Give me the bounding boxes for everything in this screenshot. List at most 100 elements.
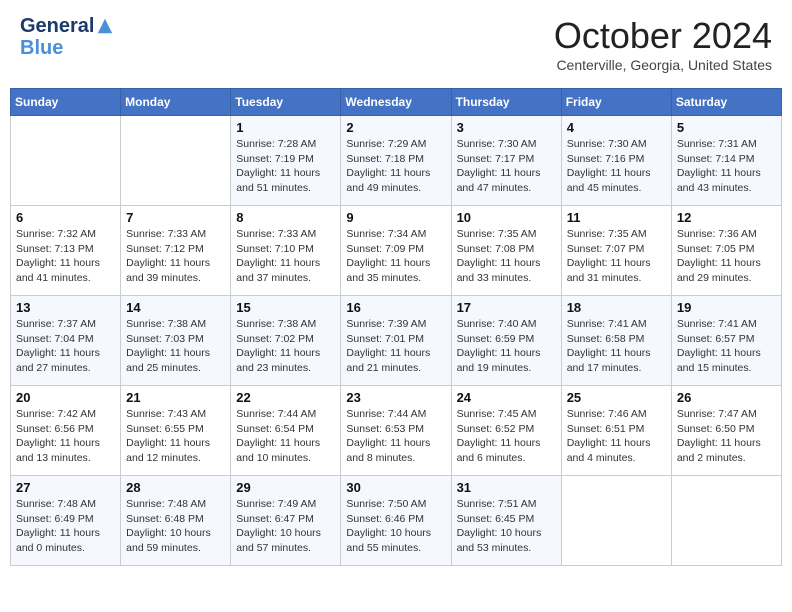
day-detail: Sunrise: 7:41 AM Sunset: 6:58 PM Dayligh…: [567, 317, 666, 376]
day-detail: Sunrise: 7:40 AM Sunset: 6:59 PM Dayligh…: [457, 317, 556, 376]
calendar-cell: 16 Sunrise: 7:39 AM Sunset: 7:01 PM Dayli…: [341, 296, 451, 386]
calendar-cell: 19Sunrise: 7:41 AM Sunset: 6:57 PM Dayli…: [671, 296, 781, 386]
calendar-cell: [121, 116, 231, 206]
day-detail: Sunrise: 7:39 AM Sunset: 7:01 PM Dayligh…: [346, 317, 445, 376]
calendar-cell: 7Sunrise: 7:33 AM Sunset: 7:12 PM Daylig…: [121, 206, 231, 296]
calendar-cell: 20 Sunrise: 7:42 AM Sunset: 6:56 PM Dayli…: [11, 386, 121, 476]
calendar-cell: 27 Sunrise: 7:48 AM Sunset: 6:49 PM Dayli…: [11, 476, 121, 566]
day-detail: Sunrise: 7:30 AM Sunset: 7:16 PM Dayligh…: [567, 137, 666, 196]
day-detail: Sunrise: 7:51 AM Sunset: 6:45 PM Dayligh…: [457, 497, 556, 556]
calendar-cell: [671, 476, 781, 566]
calendar-cell: 8 Sunrise: 7:33 AM Sunset: 7:10 PM Daylig…: [231, 206, 341, 296]
calendar-cell: 9 Sunrise: 7:34 AM Sunset: 7:09 PM Daylig…: [341, 206, 451, 296]
day-number: 8: [236, 210, 335, 225]
day-number: 25: [567, 390, 666, 405]
day-detail: Sunrise: 7:38 AM Sunset: 7:02 PM Dayligh…: [236, 317, 335, 376]
calendar-cell: 5 Sunrise: 7:31 AM Sunset: 7:14 PM Daylig…: [671, 116, 781, 206]
subtitle: Centerville, Georgia, United States: [554, 57, 772, 73]
logo: General Blue: [20, 15, 114, 59]
day-number: 1: [236, 120, 335, 135]
day-number: 17: [457, 300, 556, 315]
calendar-week-2: 6 Sunrise: 7:32 AM Sunset: 7:13 PM Daylig…: [11, 206, 782, 296]
calendar-cell: 30 Sunrise: 7:50 AM Sunset: 6:46 PM Dayli…: [341, 476, 451, 566]
day-detail: Sunrise: 7:50 AM Sunset: 6:46 PM Dayligh…: [346, 497, 445, 556]
day-detail: Sunrise: 7:35 AM Sunset: 7:08 PM Dayligh…: [457, 227, 556, 286]
calendar-cell: 28Sunrise: 7:48 AM Sunset: 6:48 PM Dayli…: [121, 476, 231, 566]
calendar-cell: 1 Sunrise: 7:28 AM Sunset: 7:19 PM Daylig…: [231, 116, 341, 206]
calendar-cell: 26Sunrise: 7:47 AM Sunset: 6:50 PM Dayli…: [671, 386, 781, 476]
day-number: 27: [16, 480, 115, 495]
day-headers-row: SundayMondayTuesdayWednesdayThursdayFrid…: [11, 89, 782, 116]
day-detail: Sunrise: 7:31 AM Sunset: 7:14 PM Dayligh…: [677, 137, 776, 196]
day-detail: Sunrise: 7:34 AM Sunset: 7:09 PM Dayligh…: [346, 227, 445, 286]
calendar-cell: [11, 116, 121, 206]
day-header-thursday: Thursday: [451, 89, 561, 116]
calendar-cell: 31 Sunrise: 7:51 AM Sunset: 6:45 PM Dayli…: [451, 476, 561, 566]
calendar-cell: 12 Sunrise: 7:36 AM Sunset: 7:05 PM Dayli…: [671, 206, 781, 296]
calendar-table: SundayMondayTuesdayWednesdayThursdayFrid…: [10, 88, 782, 566]
day-detail: Sunrise: 7:43 AM Sunset: 6:55 PM Dayligh…: [126, 407, 225, 466]
day-number: 20: [16, 390, 115, 405]
day-detail: Sunrise: 7:44 AM Sunset: 6:53 PM Dayligh…: [346, 407, 445, 466]
day-detail: Sunrise: 7:37 AM Sunset: 7:04 PM Dayligh…: [16, 317, 115, 376]
calendar-cell: [561, 476, 671, 566]
day-number: 13: [16, 300, 115, 315]
calendar-cell: 13 Sunrise: 7:37 AM Sunset: 7:04 PM Dayli…: [11, 296, 121, 386]
day-detail: Sunrise: 7:32 AM Sunset: 7:13 PM Dayligh…: [16, 227, 115, 286]
day-number: 6: [16, 210, 115, 225]
day-detail: Sunrise: 7:33 AM Sunset: 7:10 PM Dayligh…: [236, 227, 335, 286]
day-detail: Sunrise: 7:48 AM Sunset: 6:49 PM Dayligh…: [16, 497, 115, 556]
calendar-cell: 4 Sunrise: 7:30 AM Sunset: 7:16 PM Daylig…: [561, 116, 671, 206]
calendar-cell: 2 Sunrise: 7:29 AM Sunset: 7:18 PM Daylig…: [341, 116, 451, 206]
calendar-cell: 11 Sunrise: 7:35 AM Sunset: 7:07 PM Dayli…: [561, 206, 671, 296]
day-detail: Sunrise: 7:42 AM Sunset: 6:56 PM Dayligh…: [16, 407, 115, 466]
calendar-cell: 17 Sunrise: 7:40 AM Sunset: 6:59 PM Dayli…: [451, 296, 561, 386]
calendar-cell: 25 Sunrise: 7:46 AM Sunset: 6:51 PM Dayli…: [561, 386, 671, 476]
day-number: 15: [236, 300, 335, 315]
title-block: October 2024 Centerville, Georgia, Unite…: [554, 15, 772, 73]
day-detail: Sunrise: 7:44 AM Sunset: 6:54 PM Dayligh…: [236, 407, 335, 466]
day-number: 10: [457, 210, 556, 225]
calendar-cell: 18Sunrise: 7:41 AM Sunset: 6:58 PM Dayli…: [561, 296, 671, 386]
calendar-cell: 23Sunrise: 7:44 AM Sunset: 6:53 PM Dayli…: [341, 386, 451, 476]
page-header: General Blue October 2024 Centerville, G…: [10, 10, 782, 78]
day-number: 28: [126, 480, 225, 495]
day-detail: Sunrise: 7:47 AM Sunset: 6:50 PM Dayligh…: [677, 407, 776, 466]
calendar-cell: 29 Sunrise: 7:49 AM Sunset: 6:47 PM Dayli…: [231, 476, 341, 566]
day-header-tuesday: Tuesday: [231, 89, 341, 116]
day-detail: Sunrise: 7:28 AM Sunset: 7:19 PM Dayligh…: [236, 137, 335, 196]
calendar-cell: 6 Sunrise: 7:32 AM Sunset: 7:13 PM Daylig…: [11, 206, 121, 296]
day-number: 4: [567, 120, 666, 135]
day-number: 7: [126, 210, 225, 225]
calendar-cell: 21 Sunrise: 7:43 AM Sunset: 6:55 PM Dayli…: [121, 386, 231, 476]
calendar-cell: 22 Sunrise: 7:44 AM Sunset: 6:54 PM Dayli…: [231, 386, 341, 476]
main-title: October 2024: [554, 15, 772, 57]
day-number: 19: [677, 300, 776, 315]
day-detail: Sunrise: 7:49 AM Sunset: 6:47 PM Dayligh…: [236, 497, 335, 556]
day-number: 24: [457, 390, 556, 405]
day-detail: Sunrise: 7:29 AM Sunset: 7:18 PM Dayligh…: [346, 137, 445, 196]
day-number: 29: [236, 480, 335, 495]
day-number: 2: [346, 120, 445, 135]
day-number: 21: [126, 390, 225, 405]
day-number: 9: [346, 210, 445, 225]
day-number: 22: [236, 390, 335, 405]
calendar-cell: 14 Sunrise: 7:38 AM Sunset: 7:03 PM Dayli…: [121, 296, 231, 386]
day-number: 14: [126, 300, 225, 315]
day-number: 31: [457, 480, 556, 495]
day-number: 11: [567, 210, 666, 225]
day-detail: Sunrise: 7:35 AM Sunset: 7:07 PM Dayligh…: [567, 227, 666, 286]
day-number: 30: [346, 480, 445, 495]
day-number: 16: [346, 300, 445, 315]
calendar-cell: 15 Sunrise: 7:38 AM Sunset: 7:02 PM Dayli…: [231, 296, 341, 386]
day-detail: Sunrise: 7:45 AM Sunset: 6:52 PM Dayligh…: [457, 407, 556, 466]
day-header-sunday: Sunday: [11, 89, 121, 116]
day-number: 5: [677, 120, 776, 135]
calendar-cell: 10 Sunrise: 7:35 AM Sunset: 7:08 PM Dayli…: [451, 206, 561, 296]
day-detail: Sunrise: 7:38 AM Sunset: 7:03 PM Dayligh…: [126, 317, 225, 376]
day-detail: Sunrise: 7:46 AM Sunset: 6:51 PM Dayligh…: [567, 407, 666, 466]
day-number: 12: [677, 210, 776, 225]
logo-text-blue: Blue: [20, 37, 114, 59]
day-detail: Sunrise: 7:36 AM Sunset: 7:05 PM Dayligh…: [677, 227, 776, 286]
day-header-saturday: Saturday: [671, 89, 781, 116]
